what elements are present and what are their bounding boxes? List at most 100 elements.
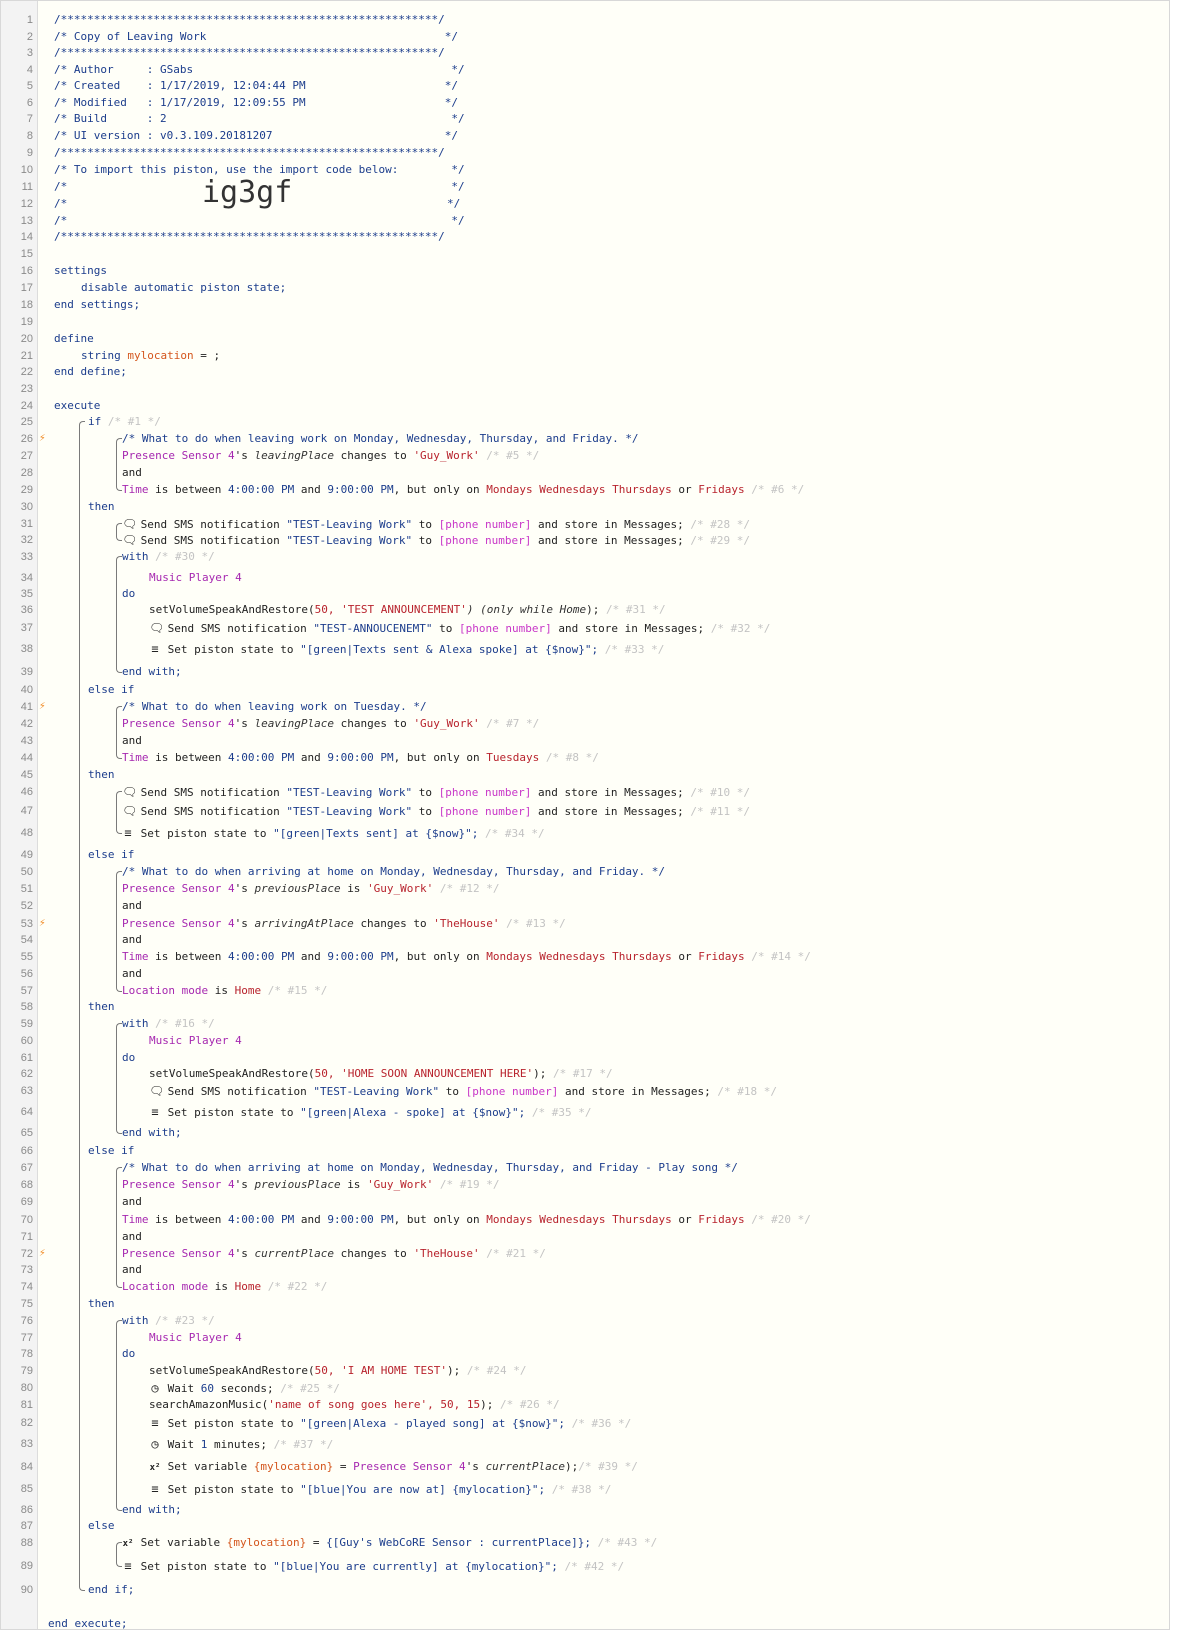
code-token: searchAmazonMusic(: [149, 1398, 269, 1411]
code-token: Presence Sensor 4: [353, 1460, 466, 1473]
code-token: and store in Messages;: [558, 622, 705, 635]
code-token: 's: [234, 882, 248, 895]
code-token: =: [339, 1460, 347, 1473]
code-token: Set piston state to: [167, 1483, 294, 1496]
code-token: 4:00:00 PM: [227, 751, 295, 764]
line-number: 58: [20, 1001, 33, 1013]
code-token: is: [347, 1178, 361, 1191]
code-line: if /* #1 */: [88, 415, 167, 429]
code-token: "TEST-Leaving Work": [286, 518, 413, 531]
code-line: x² Set variable {mylocation} = Presence …: [149, 1460, 645, 1474]
code-token: minutes;: [214, 1438, 267, 1451]
code-token: and store in Messages;: [565, 1085, 711, 1098]
code-token: Send SMS notification: [140, 534, 280, 547]
code-token: "[blue|You are currently] at {mylocation…: [273, 1560, 558, 1573]
code-token: /***************************************…: [54, 146, 445, 159]
code-token: Music Player 4: [149, 1331, 242, 1344]
code-token: /* What to do when leaving work on Monda…: [122, 432, 639, 445]
code-line: Presence Sensor 4's leavingPlace changes…: [122, 717, 546, 731]
code-token: /* #14 */: [751, 950, 811, 963]
code-token: and: [122, 967, 142, 980]
code-line: ◷ Wait 60 seconds; /* #25 */: [149, 1381, 346, 1395]
code-token: /* #35 */: [531, 1106, 592, 1119]
line-number: 69: [20, 1196, 33, 1208]
code-token: Set piston state to: [140, 827, 267, 840]
line-number: 70: [20, 1214, 33, 1226]
code-token: 's: [465, 1460, 479, 1473]
code-token: /* #39 */: [578, 1460, 638, 1473]
code-line: and: [122, 466, 149, 480]
line-number: 64: [20, 1106, 33, 1118]
code-token: /* #36 */: [571, 1417, 632, 1430]
line-number: 41: [20, 701, 33, 713]
code-token: 's: [234, 1247, 248, 1260]
code-token: changes to: [340, 717, 407, 730]
code-token: and: [300, 950, 321, 963]
code-token: Wait: [167, 1382, 195, 1395]
list-icon: ≡: [151, 1416, 159, 1430]
code-token: Music Player 4: [149, 571, 242, 584]
code-token: "TEST-Leaving Work": [286, 786, 413, 799]
code-line: Time is between 4:00:00 PM and 9:00:00 P…: [122, 483, 811, 497]
code-token: or: [678, 950, 692, 963]
code-line: /* What to do when arriving at home on M…: [122, 865, 672, 879]
code-token: /* #29 */: [690, 534, 750, 547]
code-token: /* #31 */: [606, 603, 666, 616]
code-line: end with;: [122, 1126, 188, 1140]
code-token: 50, 'HOME SOON ANNOUNCEMENT HERE': [314, 1067, 534, 1080]
code-token: to: [418, 805, 433, 818]
code-token: 1: [200, 1438, 208, 1451]
code-line: and: [122, 1195, 149, 1209]
list-icon: ≡: [151, 642, 159, 656]
code-token: 'Guy_Work': [413, 449, 480, 462]
import-code[interactable]: ig3gf: [202, 176, 292, 210]
line-number: 45: [20, 769, 33, 781]
code-token: settings: [54, 264, 107, 277]
code-token: 'Guy_Work': [367, 1178, 434, 1191]
line-number: 25: [20, 416, 33, 428]
code-editor[interactable]: 1 2 3 4 5 6 7 8 9 10 11 12 13 14 15 16 17 18 19 20 21 22 23 24 2…: [0, 0, 1170, 1630]
variable-icon: x²: [149, 1463, 161, 1473]
line-number: 88: [20, 1537, 33, 1549]
line-number: 52: [20, 900, 33, 912]
code-token: end if;: [88, 1583, 135, 1596]
line-number: 72: [20, 1248, 33, 1260]
code-token: /* #19 */: [439, 1178, 500, 1191]
code-token: else if: [88, 1144, 135, 1157]
code-token: with: [122, 1314, 149, 1327]
line-number: 9: [26, 147, 33, 159]
line-number: 59: [20, 1018, 33, 1030]
code-token: end with;: [122, 1503, 182, 1516]
block-bracket: [116, 523, 122, 541]
code-token: "TEST-Leaving Work": [286, 805, 413, 818]
code-token: {mylocation}: [253, 1460, 334, 1473]
code-line: ◷ Wait 1 minutes; /* #37 */: [149, 1437, 340, 1451]
code-token: Wait: [167, 1438, 195, 1451]
flash-icon: ⚡: [39, 431, 46, 444]
code-token: leavingPlace: [254, 717, 334, 730]
code-line: do: [122, 1051, 142, 1065]
code-token: 4:00:00 PM: [227, 1213, 295, 1226]
code-line: setVolumeSpeakAndRestore(50, 'TEST ANNOU…: [149, 603, 672, 617]
code-line: with /* #23 */: [122, 1314, 221, 1328]
code-token: /* #7 */: [486, 717, 540, 730]
code-token: is: [214, 1280, 228, 1293]
code-token: Send SMS notification: [140, 518, 280, 531]
code-token: Fridays: [698, 483, 745, 496]
code-line: 🗨 Send SMS notification "TEST-Leaving Wo…: [122, 533, 757, 547]
code-token: setVolumeSpeakAndRestore(: [149, 1067, 315, 1080]
code-token: Set variable: [167, 1460, 248, 1473]
line-number: 55: [20, 951, 33, 963]
code-line: /***************************************…: [54, 146, 451, 160]
code-line: /* What to do when leaving work on Tuesd…: [122, 700, 433, 714]
code-line: with /* #16 */: [122, 1017, 221, 1031]
code-token: string: [81, 349, 121, 362]
line-number: 65: [20, 1127, 33, 1139]
line-number-gutter: 1 2 3 4 5 6 7 8 9 10 11 12 13 14 15 16 17 18 19 20 21 22 23 24 2…: [1, 1, 38, 1629]
code-token: Home: [559, 603, 587, 616]
line-number: 34: [20, 572, 33, 584]
code-token: /* #17 */: [553, 1067, 613, 1080]
code-token: {[Guy's WebCoRE Sensor : currentPlace]};: [326, 1536, 591, 1549]
code-line: /* What to do when arriving at home on M…: [122, 1161, 745, 1175]
code-token: Time: [122, 1213, 149, 1226]
